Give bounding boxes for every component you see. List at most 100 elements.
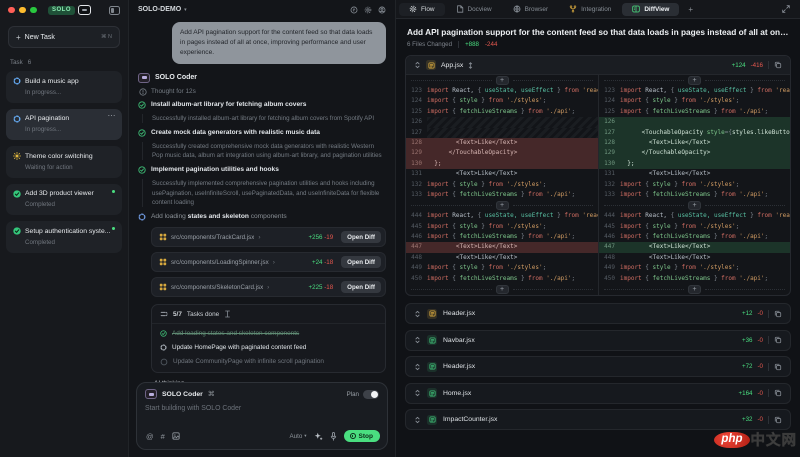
open-diff-button[interactable]: Open Diff bbox=[341, 281, 381, 293]
mode-selector[interactable]: Auto ▾ bbox=[290, 433, 307, 440]
tasks-panel: 5/7 Tasks done Add loading states and sk… bbox=[151, 304, 386, 373]
file-path: src/components/SkeletonCard.jsx bbox=[171, 284, 263, 291]
chat-scroll: Add API pagination support for the conte… bbox=[129, 19, 395, 382]
copy-icon[interactable] bbox=[774, 363, 782, 371]
close-window-button[interactable] bbox=[8, 7, 15, 14]
expand-collapse-icon[interactable] bbox=[414, 61, 421, 69]
task-card[interactable]: Add 3D product viewer Completed bbox=[6, 184, 122, 216]
tab-flow[interactable]: Flow bbox=[399, 3, 445, 16]
command-icon: ⌘ bbox=[208, 390, 215, 398]
diff-line: 133 import { fetchLiveStreams } from './… bbox=[406, 190, 598, 200]
expand-collapse-icon[interactable] bbox=[414, 363, 421, 371]
tab-diffview[interactable]: DiffView bbox=[622, 3, 679, 16]
diff-title: Add API pagination support for the conte… bbox=[407, 27, 789, 37]
file-icon bbox=[427, 362, 437, 372]
copy-icon[interactable] bbox=[774, 310, 782, 318]
copy-icon[interactable] bbox=[774, 336, 782, 344]
fullscreen-icon[interactable] bbox=[782, 5, 790, 13]
spinner-icon bbox=[13, 77, 21, 85]
diff-line: 450 import { fetchLiveStreams } from './… bbox=[406, 274, 598, 284]
stop-button[interactable]: Stop bbox=[344, 430, 380, 442]
expand-context-row: + bbox=[406, 75, 598, 86]
diff-file-header[interactable]: App.jsx +124 -416 bbox=[406, 56, 790, 75]
file-chip[interactable]: src/components/LoadingSpinner.jsx › +24 … bbox=[151, 252, 386, 272]
collapsed-file-row[interactable]: Header.jsx +72 -0 bbox=[405, 356, 791, 377]
settings-icon[interactable] bbox=[364, 6, 372, 14]
steps-list: Install album-art library for fetching a… bbox=[138, 101, 386, 207]
collapsed-file-row[interactable]: Header.jsx +12 -0 bbox=[405, 303, 791, 324]
expand-collapse-icon[interactable] bbox=[414, 416, 421, 424]
diff-panel: Flow Docview Browser Integration DiffVie… bbox=[396, 0, 800, 457]
project-selector[interactable]: SOLO-DEMO bbox=[138, 6, 181, 13]
copy-icon[interactable] bbox=[774, 61, 782, 69]
file-path: src/components/LoadingSpinner.jsx bbox=[171, 259, 269, 266]
sidebar: SOLO + New Task ⌘ N Task 6 Build a music… bbox=[0, 0, 129, 457]
more-icon[interactable]: ⋯ bbox=[108, 111, 117, 120]
expand-context-button[interactable]: + bbox=[496, 201, 509, 210]
expand-collapse-icon[interactable] bbox=[414, 389, 421, 397]
new-task-button[interactable]: + New Task ⌘ N bbox=[8, 26, 120, 48]
task-status: Waiting for action bbox=[25, 164, 115, 171]
chat-panel: SOLO-DEMO ▾ Add API pagination support f… bbox=[129, 0, 396, 457]
hashtag-icon[interactable]: # bbox=[161, 432, 165, 441]
tab-browser[interactable]: Browser bbox=[503, 3, 558, 16]
diff-line: 447 <Text>Like</Text> bbox=[599, 242, 790, 252]
task-card[interactable]: Build a music app In progress... bbox=[6, 71, 122, 103]
file-chip[interactable]: src/components/TrackCard.jsx › +256 -19 … bbox=[151, 227, 386, 247]
open-diff-button[interactable]: Open Diff bbox=[341, 231, 381, 243]
expand-context-button[interactable]: + bbox=[688, 285, 701, 294]
sparkle-icon[interactable] bbox=[314, 432, 323, 441]
expand-collapse-icon[interactable] bbox=[414, 310, 421, 318]
minimize-window-button[interactable] bbox=[19, 7, 26, 14]
subtask-item: Update CommunityPage with infinite scrol… bbox=[152, 354, 385, 369]
tab-docview[interactable]: Docview bbox=[446, 3, 502, 16]
tab-integration[interactable]: Integration bbox=[559, 3, 621, 16]
new-tab-button[interactable]: + bbox=[680, 5, 701, 14]
diff-line: 132 import { style } from './styles'; bbox=[599, 180, 790, 190]
check-circle-icon bbox=[160, 330, 167, 337]
expand-collapse-icon[interactable] bbox=[414, 336, 421, 344]
composer: SOLO Coder ⌘ Plan Start building with SO… bbox=[136, 382, 388, 450]
collapsed-file-row[interactable]: Home.jsx +164 -0 bbox=[405, 383, 791, 404]
chat-icon[interactable] bbox=[350, 6, 358, 14]
diff-line: 131 <Text>Like</Text> bbox=[406, 169, 598, 179]
split-diff: + 123 import React, { useState, useEffec… bbox=[406, 75, 790, 295]
collapse-icon[interactable] bbox=[224, 310, 231, 318]
plan-toggle[interactable] bbox=[363, 390, 379, 399]
tasks-panel-header[interactable]: 5/7 Tasks done bbox=[152, 305, 385, 324]
expand-context-row: + bbox=[599, 75, 790, 86]
sidebar-toggle-icon[interactable] bbox=[109, 6, 120, 15]
expand-context-button[interactable]: + bbox=[688, 76, 701, 85]
file-chip[interactable]: src/components/SkeletonCard.jsx › +225 -… bbox=[151, 277, 386, 297]
collapsed-file-row[interactable]: Navbar.jsx +36 -0 bbox=[405, 330, 791, 351]
copy-icon[interactable] bbox=[774, 416, 782, 424]
mention-icon[interactable]: @ bbox=[146, 432, 154, 441]
open-diff-button[interactable]: Open Diff bbox=[341, 256, 381, 268]
agent-step: Install album-art library for fetching a… bbox=[138, 101, 386, 123]
diff-line: 131 <Text>Like</Text> bbox=[599, 169, 790, 179]
expand-context-button[interactable]: + bbox=[496, 76, 509, 85]
microphone-icon[interactable] bbox=[330, 432, 337, 441]
thought-row[interactable]: Thought for 12s bbox=[139, 88, 386, 96]
diff-line: 127 bbox=[406, 128, 598, 138]
spinner-icon bbox=[138, 213, 146, 221]
collapsed-file-row[interactable]: ImpactCounter.jsx +32 -0 bbox=[405, 409, 791, 430]
task-card[interactable]: Setup authentication syste... Completed bbox=[6, 221, 122, 253]
chevron-right-icon: › bbox=[273, 259, 275, 266]
composer-title: SOLO Coder bbox=[162, 391, 203, 398]
solo-badge: SOLO bbox=[48, 6, 75, 15]
copy-icon[interactable] bbox=[774, 389, 782, 397]
expand-context-button[interactable]: + bbox=[496, 285, 509, 294]
diff-title-block: Add API pagination support for the conte… bbox=[396, 19, 800, 53]
zoom-window-button[interactable] bbox=[30, 7, 37, 14]
diff-pane-old: + 123 import React, { useState, useEffec… bbox=[406, 75, 598, 295]
composer-input[interactable]: Start building with SOLO Coder bbox=[137, 401, 387, 428]
avatar-icon[interactable] bbox=[378, 6, 386, 14]
expand-context-button[interactable]: + bbox=[688, 201, 701, 210]
task-card[interactable]: API pagination In progress... ⋯ bbox=[6, 109, 122, 141]
diff-line: 126 bbox=[599, 117, 790, 127]
task-card[interactable]: Theme color switching Waiting for action bbox=[6, 146, 122, 178]
image-icon[interactable] bbox=[172, 432, 180, 440]
sort-icon[interactable] bbox=[468, 62, 473, 69]
new-task-label: New Task bbox=[25, 34, 55, 41]
